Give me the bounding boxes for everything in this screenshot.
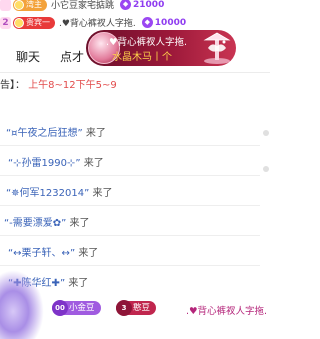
entry-user[interactable]: “✵何军1232014” xyxy=(6,188,89,199)
rank-amount: 10000 xyxy=(154,17,187,28)
list-item: “-需要漂爱✿” 来了 xyxy=(0,205,260,236)
rank-badge-label: 湾主 xyxy=(26,0,42,9)
gift-description: 水晶木马丨个 xyxy=(112,52,172,63)
entry-action: 来了 xyxy=(85,128,106,139)
level-badge: 3 憨豆 xyxy=(116,300,157,316)
level-badge-label: 憨豆 xyxy=(133,303,151,313)
schedule-times: 上午8~12下午5~9 xyxy=(28,80,117,91)
schedule-prefix: 告】： xyxy=(0,80,25,91)
entry-user[interactable]: “¤午夜之后狂想” xyxy=(6,128,83,139)
diamond-coin-icon: ◆ xyxy=(141,17,153,28)
rank-row[interactable]: 湾主 小它豆家宅掂跳 ◆ 21000 xyxy=(0,0,270,12)
rank-user-name[interactable]: 小它豆家宅掂跳 xyxy=(51,0,114,11)
entry-action: 来了 xyxy=(83,158,104,169)
badge-level: 3 xyxy=(116,300,132,316)
badge-level: 00 xyxy=(52,300,68,316)
gift-banner[interactable]: .♥背心裤衩人字拖. 水晶木马丨个 xyxy=(86,30,236,66)
fan-badge: 00 小金豆 xyxy=(52,300,101,316)
rank-row[interactable]: 2 贵宾一 .♥背心裤衩人字拖. ◆ 10000 xyxy=(0,15,270,30)
rank-amount: 21000 xyxy=(133,0,165,10)
rank-badge: 贵宾一 xyxy=(13,16,55,29)
bottom-entry: 00 小金豆 3 憨豆 .♥背心裤衩人字拖. xyxy=(0,296,270,320)
entry-user[interactable]: “↔栗子轩、↔” xyxy=(8,248,75,259)
tab-request[interactable]: 点才 xyxy=(60,48,84,65)
rank-badge: 湾主 xyxy=(13,0,47,11)
badge-crown-icon xyxy=(14,17,24,28)
rank-user-name[interactable]: .♥背心裤衩人字拖. xyxy=(59,16,136,29)
badge-crown-icon xyxy=(14,0,24,10)
entry-action: 来了 xyxy=(68,278,89,289)
rank-badge-label: 贵宾一 xyxy=(26,17,50,27)
entry-action: 来了 xyxy=(69,218,90,229)
diamond-coin-icon: ◆ xyxy=(120,0,132,10)
list-item: “¤午夜之后狂想” 来了 xyxy=(0,115,260,146)
list-item: “⊹孙雷1990⊹” 来了 xyxy=(0,145,260,176)
entry-user[interactable]: .♥背心裤衩人字拖. xyxy=(186,303,267,317)
list-item: “✵何军1232014” 来了 xyxy=(0,175,260,206)
list-item: “↔栗子轩、↔” 来了 xyxy=(0,235,260,266)
carousel-horse-icon xyxy=(203,32,231,64)
schedule-notice: 告】： 上午8~12下午5~9 xyxy=(0,76,117,91)
rank-number: 2 xyxy=(0,16,11,29)
entry-action: 来了 xyxy=(78,248,99,259)
fan-badge-label: 小金豆 xyxy=(69,303,95,313)
scroll-indicator[interactable] xyxy=(262,100,270,220)
gift-sender-name: .♥背心裤衩人字拖. xyxy=(106,37,188,48)
entry-action: 来了 xyxy=(92,188,113,199)
entry-user[interactable]: “-需要漂爱✿” xyxy=(4,218,66,229)
rank-number xyxy=(0,0,11,11)
entry-user[interactable]: “⊹孙雷1990⊹” xyxy=(8,158,81,169)
tab-chat[interactable]: 聊天 xyxy=(16,48,40,65)
